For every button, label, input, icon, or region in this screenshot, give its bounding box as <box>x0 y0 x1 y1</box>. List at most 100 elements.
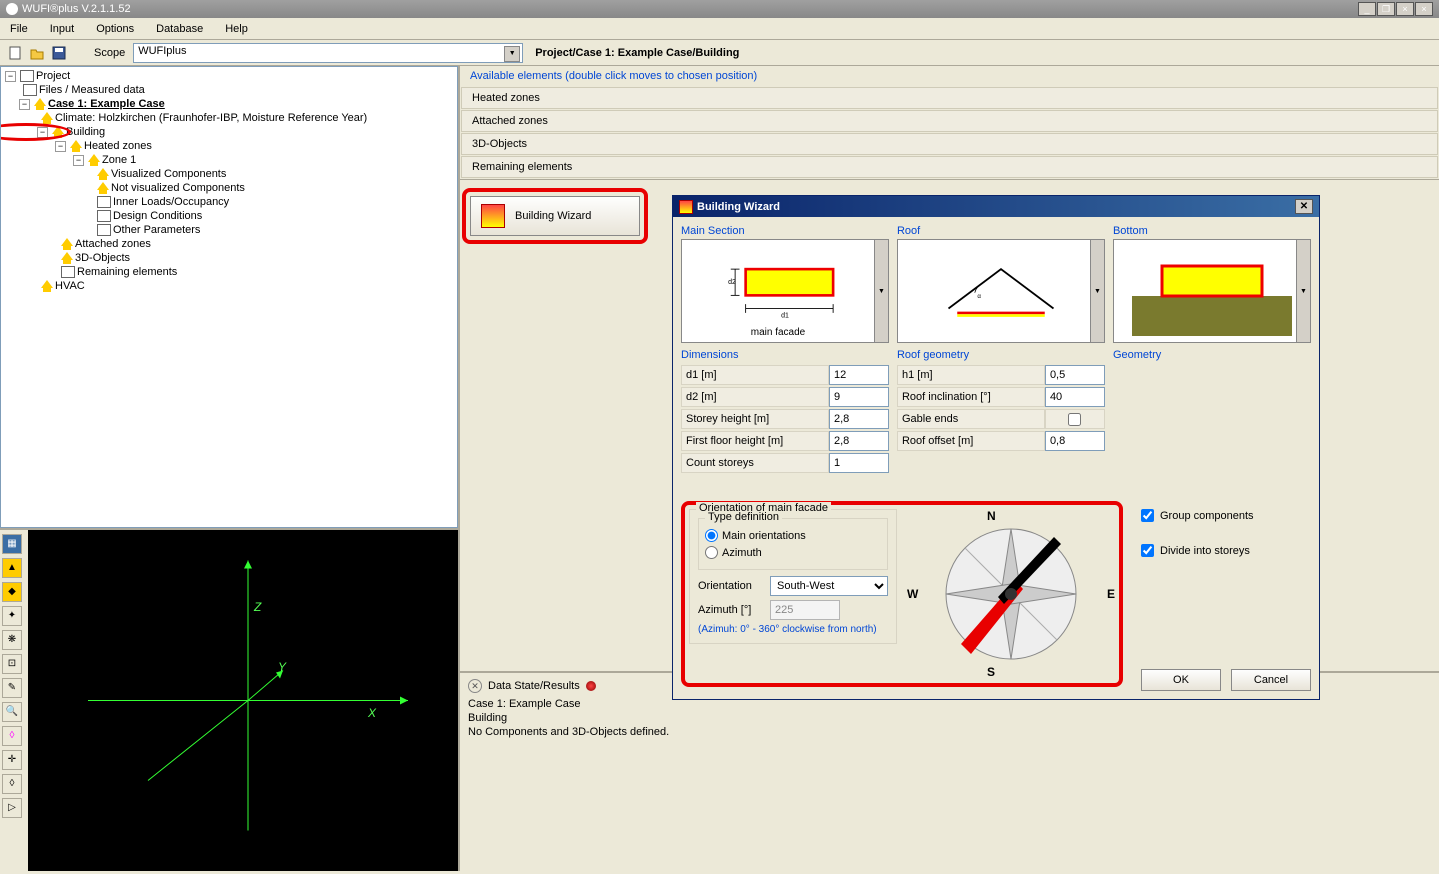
tree-building[interactable]: Building <box>66 126 105 138</box>
main-orientations-radio[interactable] <box>705 529 718 542</box>
main-section-preview[interactable]: d1 d2 main facade ▼ <box>681 239 889 343</box>
available-header: Available elements (double click moves t… <box>460 66 1439 86</box>
menu-database[interactable]: Database <box>152 21 207 37</box>
viewer-tool[interactable]: ✛ <box>2 750 22 770</box>
menu-input[interactable]: Input <box>46 21 78 37</box>
status-panel: ✕ Data State/Results Case 1: Example Cas… <box>460 671 1439 871</box>
tree-climate[interactable]: Climate: Holzkirchen (Fraunhofer-IBP, Mo… <box>55 112 367 124</box>
status-line: No Components and 3D-Objects defined. <box>468 725 1431 739</box>
viewer-tool[interactable]: ◆ <box>2 582 22 602</box>
expand-icon[interactable]: − <box>55 141 66 152</box>
tree-remaining[interactable]: Remaining elements <box>77 266 177 278</box>
first-floor-input[interactable] <box>829 431 889 451</box>
bottom-preview[interactable]: ▼ <box>1113 239 1311 343</box>
viewer-tool[interactable]: ◊ <box>2 726 22 746</box>
open-button[interactable] <box>28 44 46 62</box>
scope-select[interactable]: WUFIplus <box>133 43 523 63</box>
menu-help[interactable]: Help <box>221 21 252 37</box>
viewer-tool[interactable]: ▷ <box>2 798 22 818</box>
ok-button[interactable]: OK <box>1141 669 1221 691</box>
group-components-checkbox[interactable] <box>1141 509 1154 522</box>
available-row[interactable]: Remaining elements <box>461 156 1438 178</box>
dropdown-icon[interactable]: ▼ <box>1296 240 1310 342</box>
storey-height-input[interactable] <box>829 409 889 429</box>
zoom-icon[interactable]: 🔍 <box>2 702 22 722</box>
tree-nonviscomp[interactable]: Not visualized Components <box>111 182 245 194</box>
gable-label: Gable ends <box>897 409 1045 429</box>
viewer-tool[interactable]: ✦ <box>2 606 22 626</box>
tree-zone1[interactable]: Zone 1 <box>102 154 136 166</box>
minimize-button[interactable]: _ <box>1358 2 1376 16</box>
dropdown-icon[interactable]: ▼ <box>1090 240 1104 342</box>
available-row[interactable]: 3D-Objects <box>461 133 1438 155</box>
menu-options[interactable]: Options <box>92 21 138 37</box>
tree-innerloads[interactable]: Inner Loads/Occupancy <box>113 196 229 208</box>
radio-azimuth-label: Azimuth <box>722 547 762 559</box>
restore-button[interactable]: ❐ <box>1377 2 1395 16</box>
tree-case[interactable]: Case 1: Example Case <box>48 98 165 110</box>
gable-checkbox[interactable] <box>1068 413 1081 426</box>
h1-input[interactable] <box>1045 365 1105 385</box>
typedef-legend: Type definition <box>705 511 782 523</box>
cancel-button[interactable]: Cancel <box>1231 669 1311 691</box>
tree-project[interactable]: Project <box>36 70 70 82</box>
viewer-canvas[interactable]: X Y Z <box>28 530 458 871</box>
roof-preview[interactable]: α ▼ <box>897 239 1105 343</box>
project-tree[interactable]: − Project Files / Measured data − Case 1: … <box>0 66 458 528</box>
design-icon <box>97 210 111 222</box>
d2-input[interactable] <box>829 387 889 407</box>
expand-icon[interactable]: − <box>19 99 30 110</box>
tree-attached[interactable]: Attached zones <box>75 238 151 250</box>
dialog-titlebar[interactable]: Building Wizard ✕ <box>673 196 1319 217</box>
viewer-tool[interactable]: ❋ <box>2 630 22 650</box>
tree-heated[interactable]: Heated zones <box>84 140 152 152</box>
house-icon <box>70 140 82 148</box>
group-components-label: Group components <box>1160 510 1254 522</box>
axis-x-label: X <box>368 706 376 720</box>
tree-viscomp[interactable]: Visualized Components <box>111 168 226 180</box>
expand-icon[interactable]: − <box>5 71 16 82</box>
type-definition-group: Type definition Main orientations Azimut… <box>698 518 888 570</box>
tree-files[interactable]: Files / Measured data <box>39 84 145 96</box>
divide-storeys-checkbox[interactable] <box>1141 544 1154 557</box>
available-row[interactable]: Attached zones <box>461 110 1438 132</box>
close-icon[interactable]: ✕ <box>468 679 482 693</box>
menu-file[interactable]: File <box>6 21 32 37</box>
viewer-tool[interactable]: ▲ <box>2 558 22 578</box>
viewer-tool[interactable]: ⊡ <box>2 654 22 674</box>
close-button[interactable]: × <box>1396 2 1414 16</box>
highlight-oval <box>0 123 71 141</box>
expand-icon[interactable]: − <box>73 155 84 166</box>
compass: N S E W <box>907 509 1115 679</box>
climate-icon <box>41 112 53 120</box>
d1-input[interactable] <box>829 365 889 385</box>
viewer-tool[interactable]: ✎ <box>2 678 22 698</box>
azimuth-radio[interactable] <box>705 546 718 559</box>
roof-geometry-header: Roof geometry <box>897 349 1105 361</box>
status-line: Building <box>468 711 1431 725</box>
roof-incl-input[interactable] <box>1045 387 1105 407</box>
close-button-2[interactable]: × <box>1415 2 1433 16</box>
tree-otherparam[interactable]: Other Parameters <box>113 224 200 236</box>
roof-offset-input[interactable] <box>1045 431 1105 451</box>
house-icon <box>88 154 100 162</box>
house-icon <box>34 98 46 106</box>
new-button[interactable] <box>6 44 24 62</box>
count-storeys-input[interactable] <box>829 453 889 473</box>
comp-icon <box>97 168 109 176</box>
save-button[interactable] <box>50 44 68 62</box>
tree-hvac[interactable]: HVAC <box>55 280 85 292</box>
orientation-select[interactable]: South-West <box>770 576 888 596</box>
building-wizard-button[interactable]: Building Wizard <box>470 196 640 236</box>
menubar: File Input Options Database Help <box>0 18 1439 40</box>
dropdown-icon[interactable]: ▼ <box>874 240 888 342</box>
param-icon <box>97 224 111 236</box>
viewer-tool[interactable]: ▦ <box>2 534 22 554</box>
viewer-tool[interactable]: ◊ <box>2 774 22 794</box>
app-icon <box>6 3 18 15</box>
compass-s: S <box>987 665 995 679</box>
dialog-close-button[interactable]: ✕ <box>1295 199 1313 214</box>
available-row[interactable]: Heated zones <box>461 87 1438 109</box>
tree-3dobjects[interactable]: 3D-Objects <box>75 252 130 264</box>
tree-designcond[interactable]: Design Conditions <box>113 210 202 222</box>
